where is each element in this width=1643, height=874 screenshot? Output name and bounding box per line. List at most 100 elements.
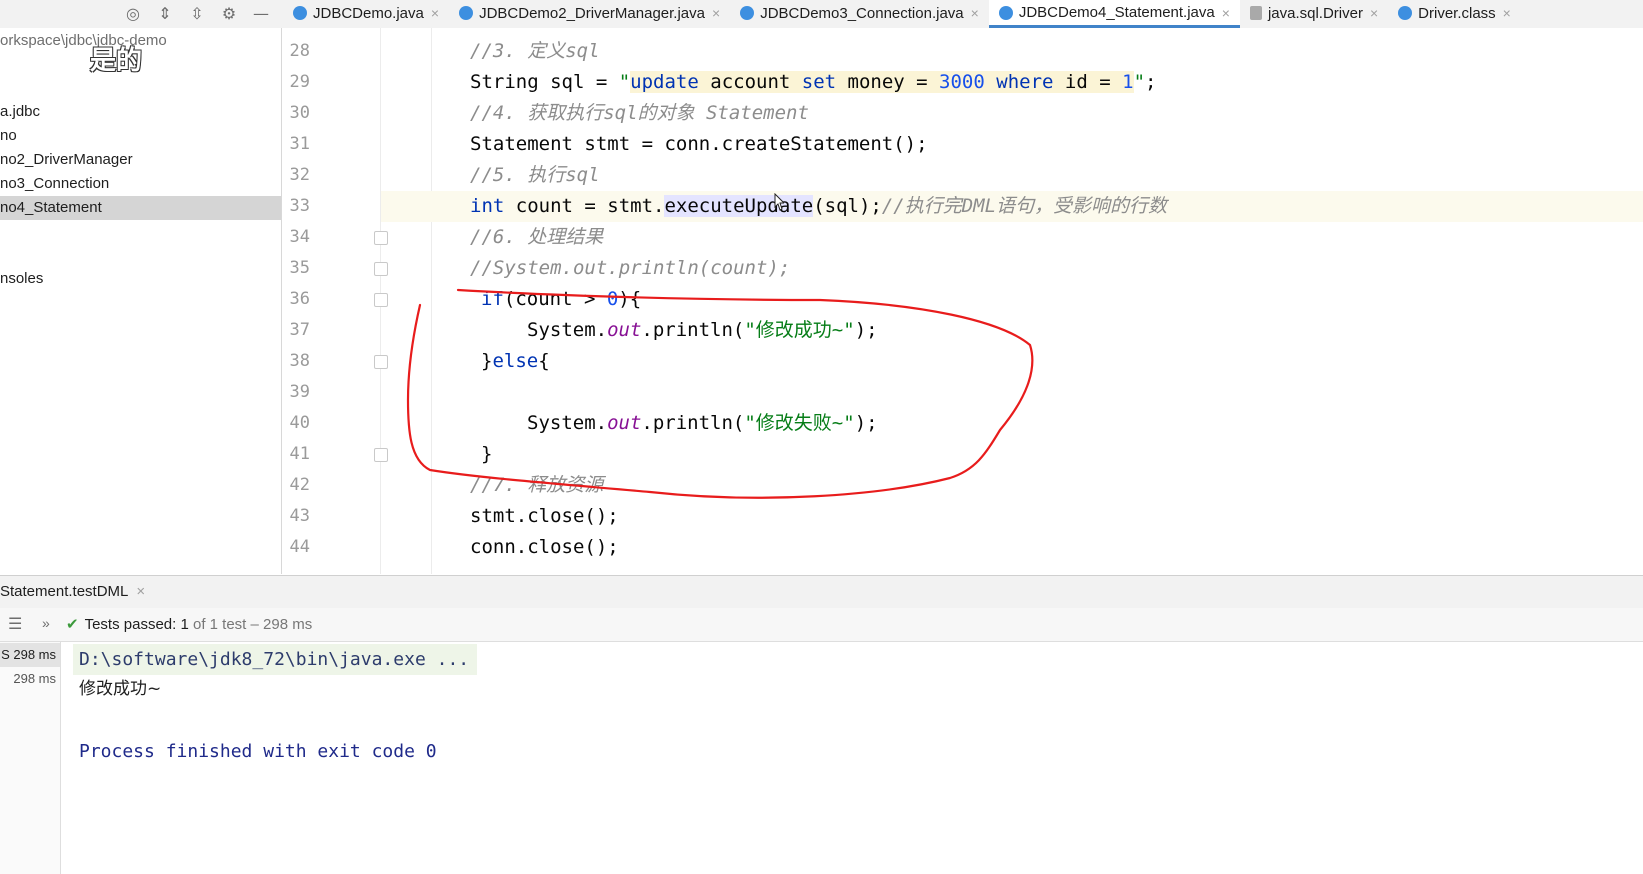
fold-marker-icon[interactable] [374,262,388,276]
close-icon[interactable]: × [712,5,720,21]
comment: //System.out.println(count); [470,257,791,279]
close-icon[interactable]: × [1222,5,1230,21]
fold-marker-icon[interactable] [374,355,388,369]
code-line-38[interactable]: }else{ [481,346,550,377]
comment: //3. 定义sql [470,40,600,62]
line-number: 34 [289,227,310,247]
code-line-41[interactable]: } [481,439,492,470]
close-icon[interactable]: × [136,583,145,600]
status-count: 1 [180,616,189,633]
class-icon [293,6,307,20]
line-number: 37 [289,320,310,340]
code-token: ){ [618,288,642,310]
tab-jdbcdemo[interactable]: JDBCDemo.java × [283,0,449,26]
code-line-31[interactable]: Statement stmt = conn.createStatement(); [470,129,928,160]
line-number: 33 [289,196,310,216]
fold-marker-icon[interactable] [374,448,388,462]
comment: //4. 获取执行sql的对象 Statement [470,102,809,124]
code-line-29[interactable]: String sql = "update account set money =… [470,67,1156,98]
close-icon[interactable]: × [1503,5,1511,21]
tab-jdbcdemo4-statement[interactable]: JDBCDemo4_Statement.java × [988,0,1240,28]
sort-icon[interactable]: ☰ [8,614,22,634]
run-tab[interactable]: Statement.testDML × [0,576,153,608]
string-quote: " [618,71,631,93]
code-line-33-current[interactable]: int count = stmt.executeUpdate(sql);//执行… [381,191,1643,222]
check-icon: ✔ [66,616,79,633]
line-number: 43 [289,506,310,526]
code-token: count = stmt. [504,195,665,217]
tab-label: JDBCDemo4_Statement.java [1018,4,1215,21]
test-result-row[interactable]: S 298 ms [0,643,60,667]
tree-item-drivermanager[interactable]: no2_DriverManager [0,148,281,172]
minimize-icon[interactable]: — [248,1,274,25]
tree-item-jdbcdemo[interactable]: no [0,124,281,148]
tab-java-sql-driver[interactable]: java.sql.Driver × [1240,0,1388,26]
code-token: (count > [503,288,607,310]
tree-item-package[interactable]: a.jdbc [0,100,281,124]
code-line-36[interactable]: if(count > 0){ [481,284,641,315]
collapse-all-icon[interactable]: ⇳ [184,1,210,25]
fold-marker-icon[interactable] [374,231,388,245]
code-line-32[interactable]: //5. 执行sql [470,160,600,191]
tree-item-statement[interactable]: no4_Statement [0,196,281,220]
code-token: stmt.close(); [470,505,619,527]
number-literal: 0 [606,288,619,310]
class-icon [1398,6,1413,20]
close-icon[interactable]: × [431,5,439,21]
editor-tabs: JDBCDemo.java × JDBCDemo2_DriverManager.… [283,0,1521,28]
code-token: System. [527,319,608,341]
tab-jdbcdemo2-drivermanager[interactable]: JDBCDemo2_DriverManager.java × [449,0,730,26]
fold-marker-icon[interactable] [374,293,388,307]
sql-injection-highlight: update account set money = 3000 where id… [630,71,1134,93]
test-result-row[interactable]: 298 ms [13,667,56,691]
class-icon [459,6,474,20]
close-icon[interactable]: × [1370,5,1378,21]
tree-item-scratches-consoles[interactable]: nsoles [0,267,281,291]
more-chevron-icon[interactable]: » [42,615,50,631]
code-line-34[interactable]: //6. 处理结果 [470,222,603,253]
line-number: 35 [289,258,310,278]
console-command-line[interactable]: D:\software\jdk8_72\bin\java.exe ... [73,644,478,675]
class-icon [998,5,1013,20]
code-line-42[interactable]: //7. 释放资源 [470,470,603,501]
close-icon[interactable]: × [971,5,979,21]
comment: //执行完DML语句，受影响的行数 [881,195,1168,217]
code-line-40[interactable]: System.out.println("修改失败~"); [527,408,878,439]
tab-jdbcdemo3-connection[interactable]: JDBCDemo3_Connection.java × [730,0,989,26]
sql-keyword: where [996,71,1054,93]
line-number: 31 [289,134,310,154]
keyword: int [470,195,505,217]
tab-driver-class[interactable]: Driver.class × [1388,0,1521,26]
tab-label: JDBCDemo.java [313,4,424,22]
status-suffix: of 1 test – 298 ms [192,616,313,633]
gear-icon[interactable]: ⚙ [216,1,242,25]
comment: //6. 处理结果 [470,226,604,248]
code-token: .println( [641,412,745,434]
keyword: if [481,288,504,310]
code-line-28[interactable]: //3. 定义sql [470,36,600,67]
project-panel: orkspace\jdbc\jdbc-demo 是的 a.jdbc no no2… [0,28,282,574]
run-toolbar: ☰ » ✔ Tests passed: 1 of 1 test – 298 ms [0,608,1643,642]
code-line-35[interactable]: //System.out.println(count); [470,253,790,284]
line-number: 30 [289,103,310,123]
static-field: out [607,412,642,434]
method-name: executeUpdate [664,195,814,217]
console-exit-line: Process finished with exit code 0 [79,741,437,762]
code-editor[interactable]: 28 29 30 31 32 33 34 35 36 37 38 39 40 4… [282,28,1643,574]
locate-icon[interactable]: ◎ [120,1,146,25]
code-line-43[interactable]: stmt.close(); [470,501,619,532]
expand-all-icon[interactable]: ⇕ [152,1,178,25]
tab-label: JDBCDemo2_DriverManager.java [479,4,705,22]
sql-number: 3000 [939,71,985,93]
code-line-37[interactable]: System.out.println("修改成功~"); [527,315,878,346]
line-number: 44 [289,537,310,557]
code-token: } [481,350,493,372]
line-number: 28 [289,41,310,61]
status-prefix: Tests passed: [84,616,177,633]
code-line-44[interactable]: conn.close(); [470,532,619,563]
sql-number: 1 [1122,71,1134,93]
console-output[interactable]: D:\software\jdk8_72\bin\java.exe ... 修改成… [61,642,1643,874]
tree-item-connection[interactable]: no3_Connection [0,172,281,196]
code-line-30[interactable]: //4. 获取执行sql的对象 Statement [470,98,809,129]
